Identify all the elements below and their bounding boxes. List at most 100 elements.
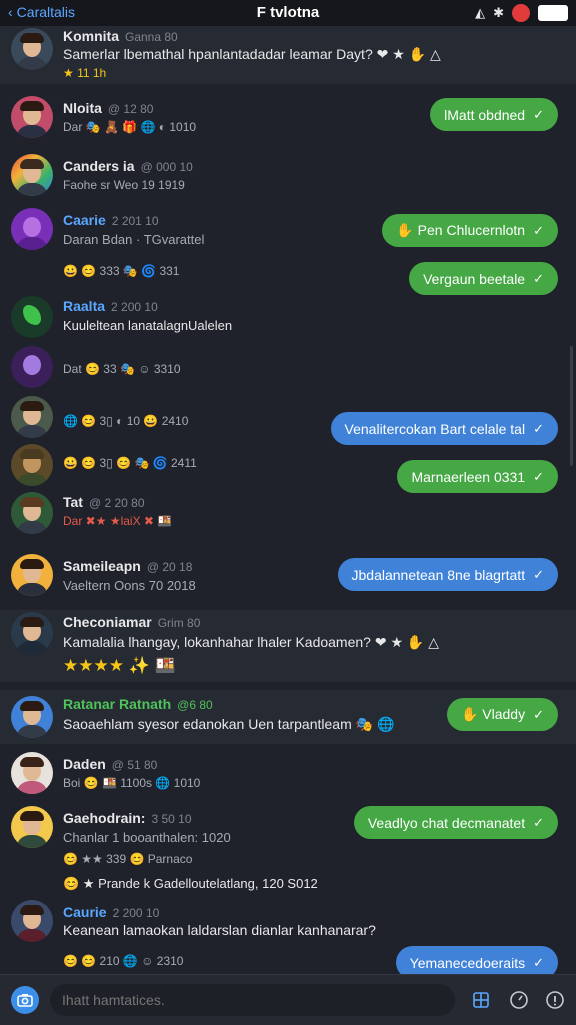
message-input[interactable]: [50, 984, 455, 1016]
grid-icon: [473, 992, 489, 1008]
message-time: @ 12 80: [107, 102, 154, 116]
reaction-row[interactable]: 😊 ★★ 339 😊 Parnaco: [0, 850, 576, 872]
message-item[interactable]: Komnita Ganna 80 Samerlar lbemathal hpanl…: [0, 26, 576, 84]
message-text: Kamalalia lhangay, lokanhahar lhaler Kad…: [63, 634, 439, 650]
outgoing-bubble[interactable]: Yemanecedoeraits ✓: [395, 946, 558, 974]
sender-name: Komnita Ganna 80: [63, 28, 178, 44]
avatar[interactable]: [11, 96, 53, 138]
sender-name: Caurie 2 200 10: [63, 904, 160, 920]
message-meta: 😊 ★★ 339 😊 Parnaco: [63, 852, 193, 866]
sender-name: Caarie 2 201 10: [63, 212, 159, 228]
message-meta: Chanlar 1 booanthalen: 1020: [63, 830, 231, 845]
notification-badge-icon: [512, 4, 530, 22]
message-time: @6 80: [177, 698, 213, 712]
avatar[interactable]: [11, 696, 53, 738]
message-time: @ 51 80: [111, 758, 158, 772]
message-item[interactable]: Tat @ 2 20 80 Dar ✖★ ★laiX ✖ 🍱: [0, 492, 576, 540]
message-text: Samerlar lbemathal hpanlantadadar leamar…: [63, 46, 441, 62]
grid-button[interactable]: [470, 989, 492, 1011]
avatar[interactable]: [11, 806, 53, 848]
avatar[interactable]: [11, 444, 53, 486]
message-item[interactable]: Daden @ 51 80 Boi 😊 🍱 1100s 🌐 1010: [0, 752, 576, 802]
info-button[interactable]: [544, 989, 566, 1011]
message-time: Grim 80: [157, 616, 201, 630]
avatar[interactable]: [11, 346, 53, 388]
avatar[interactable]: [11, 296, 53, 338]
check-icon: ✓: [533, 814, 544, 830]
message-meta: Vaeltern Oons 70 2018: [63, 578, 196, 593]
check-icon: ✓: [533, 420, 544, 436]
message-item[interactable]: Checoniamar Grim 80 Kamalalia lhangay, lo…: [0, 610, 576, 682]
message-meta: 😊 ★ Prande k Gadelloutelatlang, 120 S012: [63, 876, 318, 891]
message-time: @ 2 20 80: [88, 496, 145, 510]
bubble-text: Veadlyo chat decmanatet: [367, 814, 526, 831]
avatar[interactable]: [11, 154, 53, 196]
message-meta: ★ 11 1h: [63, 66, 107, 80]
avatar[interactable]: [11, 752, 53, 794]
sender-name: Canders ia @ 000 10: [63, 158, 193, 174]
message-time: 2 200 10: [111, 300, 158, 314]
timer-button[interactable]: [508, 989, 530, 1011]
reaction-row[interactable]: 😊 ★ Prande k Gadelloutelatlang, 120 S012: [0, 874, 576, 896]
message-text: Keanean lamaokan laldarslan dianlar kanh…: [63, 922, 376, 938]
check-icon: ✓: [533, 954, 544, 970]
message-time: Ganna 80: [125, 30, 178, 44]
sender-name: Gaehodrain: 3 50 10: [63, 810, 192, 826]
message-meta: Dar 🎭 🧸 🎁 🌐 ◐ 1010: [63, 120, 197, 134]
message-meta: Faohe sr Weo 19 1919: [63, 178, 185, 192]
avatar[interactable]: [11, 612, 53, 654]
info-icon: [546, 991, 564, 1009]
message-meta: 😊 😊 210 🌐 ☺ 2310: [63, 954, 184, 968]
sender-name: Raalta 2 200 10: [63, 298, 158, 314]
bubble-text: Marnaerleen 0331: [411, 468, 526, 485]
camera-button[interactable]: [11, 986, 39, 1014]
bubble-text: ✋ Vladdy: [460, 706, 526, 722]
location-icon: ◭: [475, 5, 486, 20]
check-icon: ✓: [533, 222, 544, 238]
check-icon: ✓: [533, 566, 544, 582]
message-meta: Dat 😊 33 🎭 ☺ 3310: [63, 362, 181, 376]
bubble-text: lMatt obdned: [444, 106, 526, 123]
check-icon: ✓: [533, 106, 544, 122]
sender-name: Sameileapn @ 20 18: [63, 558, 193, 574]
status-bar: ‹ Caraltalis F tvlotna ◭ ✱: [0, 0, 576, 26]
message-text: Saoaehlam syesor edanokan Uen tarpantlea…: [63, 716, 395, 732]
outgoing-bubble[interactable]: Veadlyo chat decmanatet ✓: [353, 806, 558, 839]
message-item[interactable]: Canders ia @ 000 10 Faohe sr Weo 19 1919: [0, 154, 576, 204]
sender-name: Nloita @ 12 80: [63, 100, 154, 116]
bubble-text: ✋ Pen Chlucernlotn: [396, 222, 526, 238]
avatar[interactable]: [11, 900, 53, 942]
outgoing-bubble[interactable]: Marnaerleen 0331 ✓: [397, 460, 558, 493]
avatar[interactable]: [11, 208, 53, 250]
composer-bar: [0, 974, 576, 1025]
check-icon: ✓: [533, 270, 544, 286]
message-time: 3 50 10: [151, 812, 192, 826]
outgoing-bubble[interactable]: ✋ Pen Chlucernlotn ✓: [382, 214, 558, 247]
avatar[interactable]: [11, 28, 53, 70]
message-meta: 😀 😊 333 🎭 🌀 331: [63, 264, 180, 278]
message-time: @ 20 18: [146, 560, 193, 574]
outgoing-bubble[interactable]: Venalitercokan Bart celale tal ✓: [330, 412, 558, 445]
chat-feed[interactable]: Komnita Ganna 80 Samerlar lbemathal hpanl…: [0, 26, 576, 974]
sender-name: Checoniamar Grim 80: [63, 614, 201, 630]
bubble-text: Jbdalannetean 8ne blagrtatt: [351, 566, 526, 583]
check-icon: ✓: [533, 706, 544, 722]
outgoing-bubble[interactable]: Vergaun beetale ✓: [409, 262, 558, 295]
message-item[interactable]: Dat 😊 33 🎭 ☺ 3310: [0, 346, 576, 390]
message-item[interactable]: Caurie 2 200 10 Keanean lamaokan laldarsl…: [0, 900, 576, 950]
message-time: 2 200 10: [112, 906, 160, 920]
sender-name: Daden @ 51 80: [63, 756, 158, 772]
avatar[interactable]: [11, 554, 53, 596]
bubble-text: Vergaun beetale: [423, 270, 526, 287]
scrollbar[interactable]: [570, 346, 573, 466]
bluetooth-icon: ✱: [493, 5, 504, 20]
outgoing-bubble[interactable]: lMatt obdned ✓: [430, 98, 558, 131]
message-meta: ★★★★ ✨ 🍱: [63, 656, 176, 675]
avatar[interactable]: [11, 396, 53, 438]
message-item[interactable]: Raalta 2 200 10 Kuuleltean lanatalagnUale…: [0, 296, 576, 342]
status-icons: ◭ ✱: [475, 4, 568, 22]
camera-icon: [17, 994, 33, 1007]
avatar[interactable]: [11, 492, 53, 534]
outgoing-bubble[interactable]: ✋ Vladdy ✓: [446, 698, 558, 731]
outgoing-bubble[interactable]: Jbdalannetean 8ne blagrtatt ✓: [337, 558, 558, 591]
